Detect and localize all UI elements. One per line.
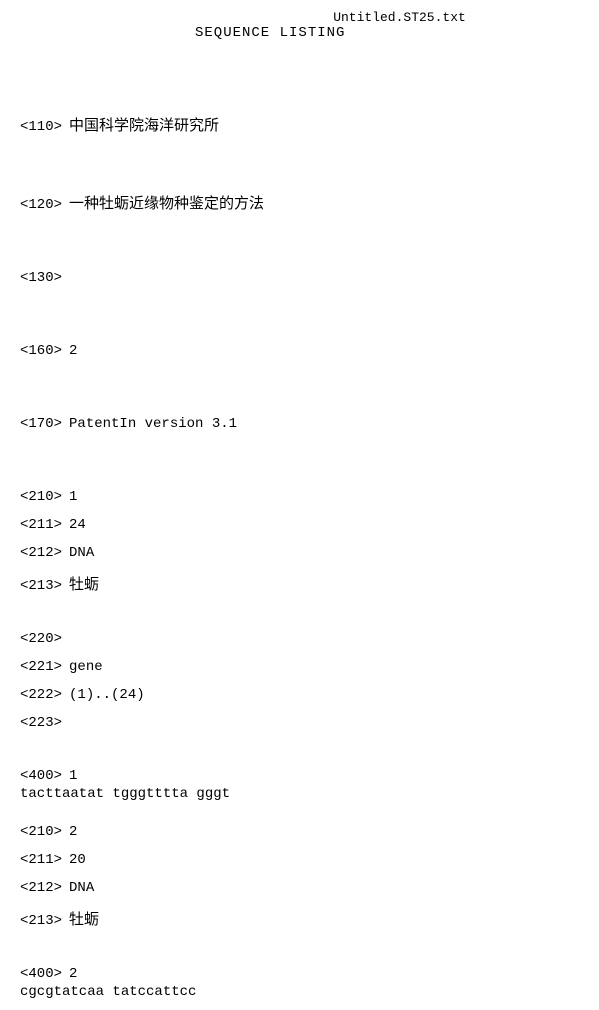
entry-160: <160> 2 (20, 343, 579, 359)
entry-s1-210: <210> 1 (20, 489, 579, 505)
tag-s2-212: <212> (20, 880, 62, 896)
entry-s2-212: <212> DNA (20, 880, 579, 896)
entry-s1-400: <400> 1 (20, 768, 579, 784)
value-170: PatentIn version 3.1 (69, 416, 237, 432)
tag-s2-213: <213> (20, 913, 62, 929)
entry-s2-213: <213> 牡蛎 (20, 908, 579, 929)
value-s1-222: (1)..(24) (69, 687, 145, 703)
value-110: 中国科学院海洋研究所 (69, 118, 219, 134)
tag-130: <130> (20, 270, 62, 286)
entry-s2-210: <210> 2 (20, 824, 579, 840)
entry-s1-221: <221> gene (20, 659, 579, 675)
tag-160: <160> (20, 343, 62, 359)
tag-110: <110> (20, 119, 62, 135)
sequence-1-line: tacttaatat tgggtttta gggt 24 (20, 786, 579, 802)
value-s2-213: 牡蛎 (69, 912, 99, 928)
tag-s1-210: <210> (20, 489, 62, 505)
entry-s2-211: <211> 20 (20, 852, 579, 868)
tag-s2-211: <211> (20, 852, 62, 868)
tag-s1-400: <400> (20, 768, 62, 784)
entry-s1-220: <220> (20, 631, 579, 647)
entry-s1-211: <211> 24 (20, 517, 579, 533)
value-s2-400: 2 (69, 966, 77, 982)
sequence-2-line: cgcgtatcaa tatccattcc 20 (20, 984, 579, 1000)
tag-s2-210: <210> (20, 824, 62, 840)
value-120: 一种牡蛎近缘物种鉴定的方法 (69, 196, 264, 212)
value-s1-210: 1 (69, 489, 77, 505)
tag-120: <120> (20, 197, 62, 213)
entry-s1-223: <223> (20, 715, 579, 731)
tag-s1-211: <211> (20, 517, 62, 533)
tag-s1-220: <220> (20, 631, 62, 647)
file-name: Untitled.ST25.txt (220, 10, 579, 25)
document-body: Untitled.ST25.txt SEQUENCE LISTING <110>… (0, 0, 599, 1010)
value-s1-212: DNA (69, 545, 94, 561)
document-heading: SEQUENCE LISTING (195, 25, 579, 41)
value-s2-211: 20 (69, 852, 86, 868)
value-s1-400: 1 (69, 768, 77, 784)
entry-s1-213: <213> 牡蛎 (20, 573, 579, 594)
tag-s2-400: <400> (20, 966, 62, 982)
tag-s1-223: <223> (20, 715, 62, 731)
entry-s1-212: <212> DNA (20, 545, 579, 561)
entry-170: <170> PatentIn version 3.1 (20, 416, 579, 432)
value-160: 2 (69, 343, 77, 359)
entry-130: <130> (20, 270, 579, 286)
entry-s1-222: <222> (1)..(24) (20, 687, 579, 703)
entry-s2-400: <400> 2 (20, 966, 579, 982)
sequence-1-text: tacttaatat tgggtttta gggt (20, 786, 230, 802)
tag-s1-221: <221> (20, 659, 62, 675)
value-s1-211: 24 (69, 517, 86, 533)
tag-s1-222: <222> (20, 687, 62, 703)
value-s2-210: 2 (69, 824, 77, 840)
tag-s1-213: <213> (20, 578, 62, 594)
tag-170: <170> (20, 416, 62, 432)
sequence-2-text: cgcgtatcaa tatccattcc (20, 984, 196, 1000)
value-s1-221: gene (69, 659, 103, 675)
value-s1-213: 牡蛎 (69, 577, 99, 593)
entry-110: <110> 中国科学院海洋研究所 (20, 114, 579, 135)
entry-120: <120> 一种牡蛎近缘物种鉴定的方法 (20, 192, 579, 213)
value-s2-212: DNA (69, 880, 94, 896)
tag-s1-212: <212> (20, 545, 62, 561)
